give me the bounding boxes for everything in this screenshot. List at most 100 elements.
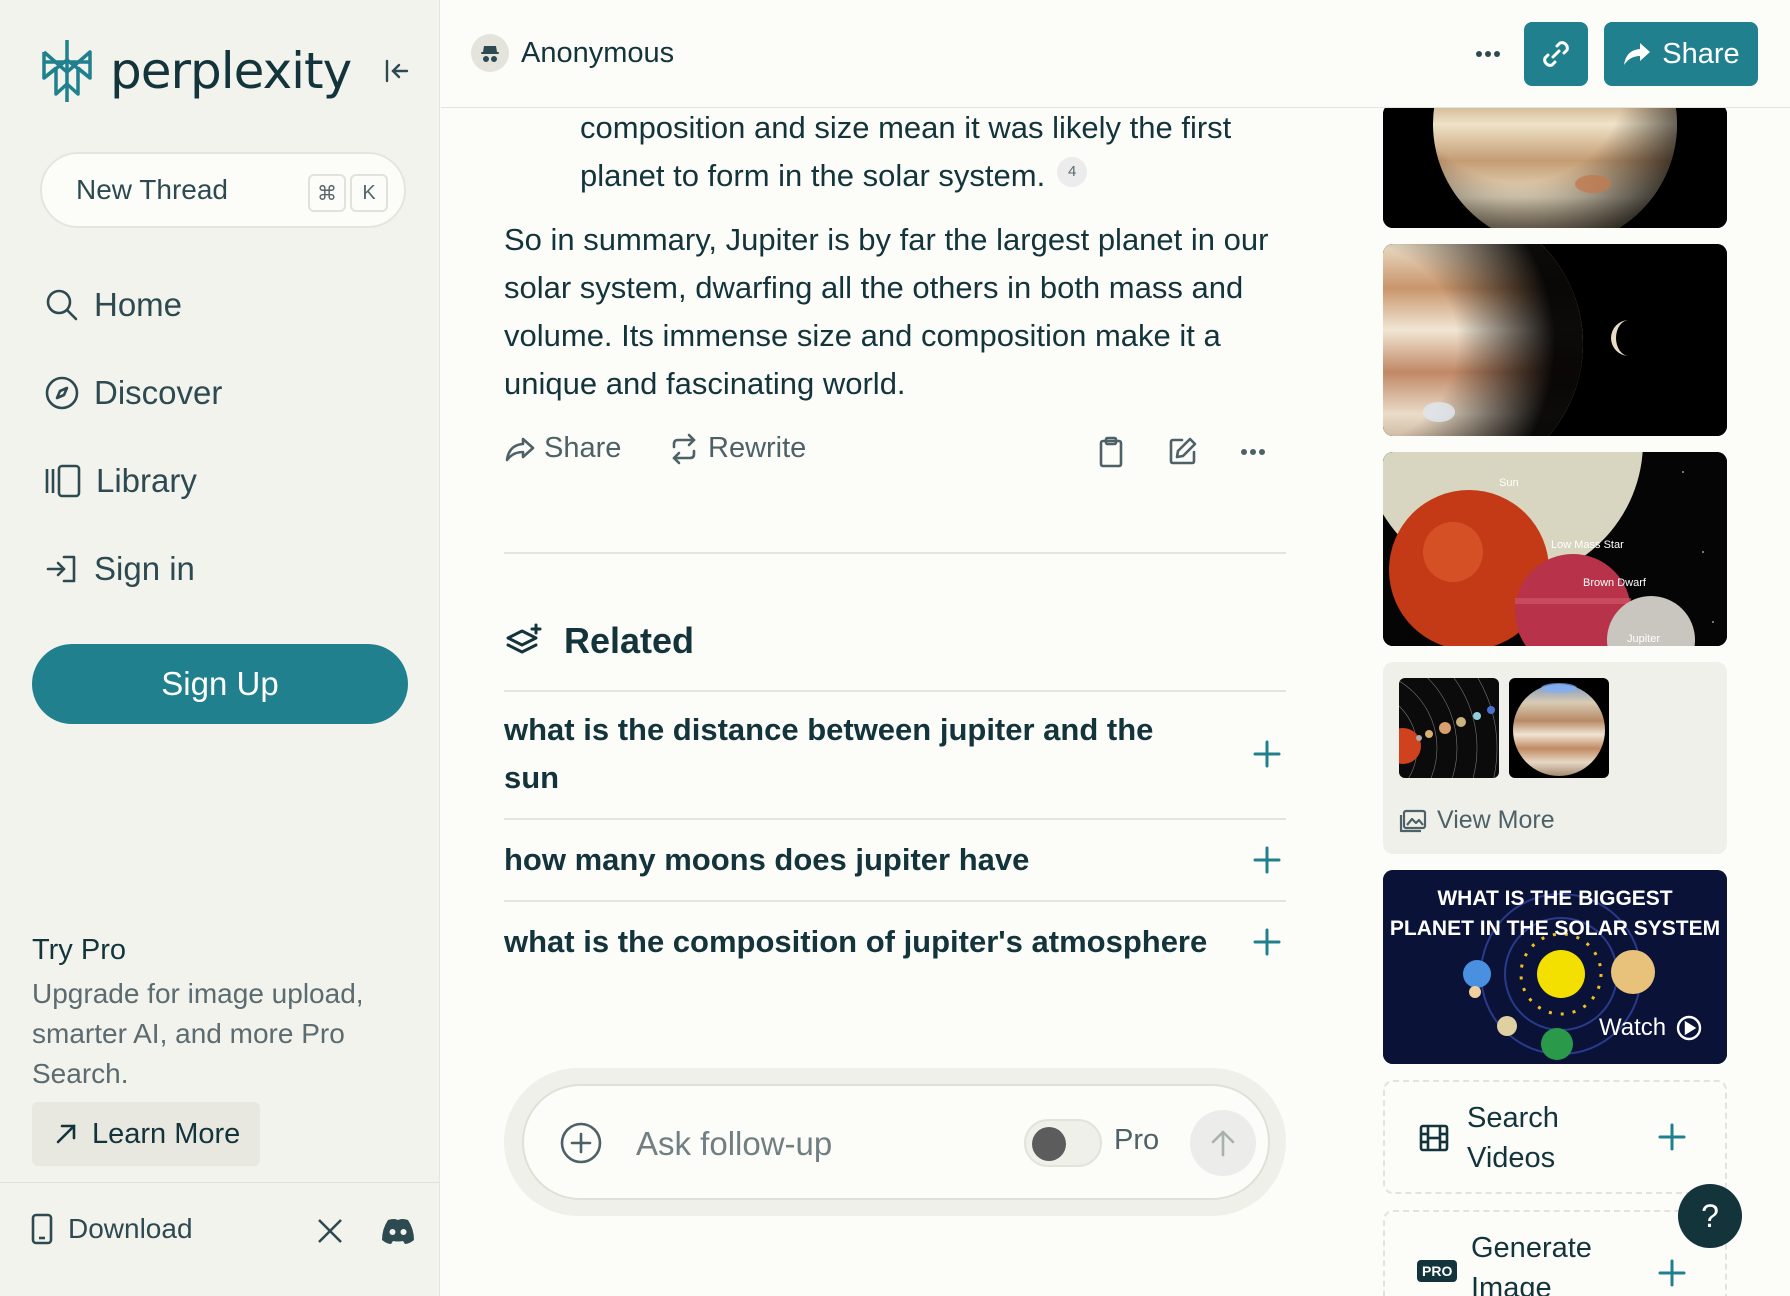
ask-follow-up-field: Pro (522, 1084, 1270, 1200)
video-title-line: WHAT IS THE BIGGEST (1437, 887, 1673, 910)
submit-button[interactable] (1190, 1110, 1256, 1176)
related-heading: Related (504, 620, 694, 662)
image-gallery: View More (1383, 662, 1727, 854)
related-question[interactable]: how many moons does jupiter have (504, 836, 1286, 884)
generate-image-line: Image (1471, 1272, 1552, 1296)
divider (504, 690, 1286, 692)
sidebar-item-label: Library (96, 462, 197, 499)
compass-icon (45, 376, 79, 410)
new-thread-button[interactable]: New Thread ⌘ K (40, 152, 406, 228)
image-result-jupiter-2[interactable] (1383, 244, 1727, 436)
discord-icon[interactable] (380, 1217, 416, 1245)
plus-icon (1658, 1123, 1686, 1151)
logo-text: perplexity (110, 42, 352, 100)
generate-image-line: Generate (1471, 1232, 1592, 1264)
related-question-text: how many moons does jupiter have (504, 842, 1030, 877)
generate-image-label: Generate Image (1471, 1228, 1592, 1296)
divider (504, 900, 1286, 902)
rewrite-cycle-icon (672, 433, 696, 464)
thumbnail-jupiter[interactable] (1509, 678, 1609, 778)
generate-image-button[interactable]: PRO Generate Image (1383, 1210, 1727, 1296)
video-result[interactable]: WHAT IS THE BIGGEST PLANET IN THE SOLAR … (1383, 870, 1727, 1064)
view-more-label: View More (1437, 806, 1555, 834)
answer-share-button[interactable]: Share (504, 432, 621, 465)
answer-actions: Share Rewrite (504, 432, 1284, 476)
sidebar-item-label: Home (94, 286, 183, 323)
jupiter-label: Jupiter (1627, 633, 1660, 645)
download-label: Download (68, 1213, 193, 1244)
video-title: WHAT IS THE BIGGEST PLANET IN THE SOLAR … (1383, 884, 1727, 944)
arrow-up-right-icon (56, 1124, 76, 1144)
thumbnail-solar-system[interactable] (1399, 678, 1499, 778)
attach-plus-icon[interactable] (560, 1122, 602, 1164)
kbd-k: K (350, 174, 388, 212)
download-button[interactable]: Download (30, 1213, 193, 1245)
try-pro-title: Try Pro (32, 934, 126, 966)
related-question-text: what is the distance between jupiter and… (504, 712, 1154, 795)
rewrite-button[interactable]: Rewrite (668, 432, 806, 465)
follow-up-input[interactable] (636, 1122, 996, 1166)
clipboard-icon (1099, 436, 1123, 468)
perplexity-logo-icon (42, 40, 92, 102)
share-button[interactable]: Share (1604, 22, 1758, 86)
username: Anonymous (521, 36, 675, 69)
search-icon (46, 289, 78, 321)
edit-button[interactable] (1168, 436, 1206, 466)
video-title-line: PLANET IN THE SOLAR SYSTEM (1389, 917, 1721, 940)
collapse-sidebar-button[interactable] (380, 54, 414, 88)
related-question[interactable]: what is the distance between jupiter and… (504, 706, 1286, 802)
logo[interactable]: perplexity (38, 38, 352, 104)
view-more-button[interactable]: View More (1399, 806, 1555, 835)
image-result-size-comparison[interactable]: Sun Low Mass Star Brown Dwarf Jupiter (1383, 452, 1727, 646)
jupiter-image (1383, 104, 1727, 228)
copy-button[interactable] (1098, 436, 1132, 468)
answer-more-button[interactable] (1240, 448, 1274, 456)
sidebar-item-label: Discover (94, 374, 223, 411)
jupiter-moon-image (1383, 244, 1727, 436)
sidebar-item-home[interactable]: Home (44, 286, 182, 324)
low-mass-star-label: Low Mass Star (1551, 539, 1624, 551)
learn-more-label: Learn More (92, 1117, 241, 1150)
search-videos-line: Videos (1467, 1142, 1556, 1174)
brown-dwarf-label: Brown Dwarf (1583, 577, 1647, 589)
incognito-icon (481, 46, 499, 62)
pro-badge: PRO (1417, 1260, 1458, 1282)
help-button[interactable]: ? (1678, 1184, 1742, 1248)
search-videos-label: Search Videos (1467, 1098, 1559, 1178)
related-question[interactable]: what is the composition of jupiter's atm… (504, 918, 1286, 966)
search-videos-button[interactable]: Search Videos (1383, 1080, 1727, 1194)
more-horizontal-icon (1241, 449, 1265, 455)
copy-link-button[interactable] (1524, 22, 1588, 86)
sign-up-button[interactable]: Sign Up (32, 644, 408, 724)
edit-pencil-icon (1169, 437, 1197, 465)
share-forward-icon (505, 437, 535, 461)
watch-label: Watch (1599, 1014, 1667, 1041)
learn-more-button[interactable]: Learn More (32, 1102, 260, 1166)
citation-badge[interactable]: 4 (1057, 156, 1088, 187)
ask-follow-up-box: Pro (504, 1068, 1286, 1216)
watch-button[interactable]: Watch (1599, 1014, 1702, 1042)
sidebar-item-library[interactable]: Library (44, 462, 197, 500)
images-icon (1399, 809, 1427, 832)
avatar (471, 34, 509, 72)
sidebar-item-signin[interactable]: Sign in (44, 550, 195, 588)
sign-in-icon (46, 555, 76, 583)
related-question-text: what is the composition of jupiter's atm… (504, 924, 1208, 959)
rewrite-label: Rewrite (708, 432, 807, 464)
pro-toggle[interactable] (1024, 1119, 1102, 1167)
top-bar: Anonymous Share (441, 0, 1790, 108)
share-label: Share (1662, 37, 1740, 70)
toggle-knob (1032, 1127, 1066, 1161)
sidebar-footer: Download (0, 1182, 440, 1296)
solar-system-thumbnail (1399, 678, 1498, 778)
sidebar: perplexity New Thread ⌘ K Home Discover … (0, 0, 440, 1296)
divider (504, 552, 1286, 554)
image-result-jupiter-1[interactable] (1383, 104, 1727, 228)
pro-label: Pro (1114, 1124, 1160, 1156)
more-options-button[interactable] (1465, 36, 1511, 72)
x-twitter-icon[interactable] (316, 1217, 344, 1245)
sidebar-item-discover[interactable]: Discover (44, 374, 222, 412)
size-comparison-image: Sun Low Mass Star Brown Dwarf Jupiter (1383, 452, 1727, 646)
share-arrow-icon (1624, 43, 1651, 65)
film-icon (1419, 1124, 1449, 1152)
